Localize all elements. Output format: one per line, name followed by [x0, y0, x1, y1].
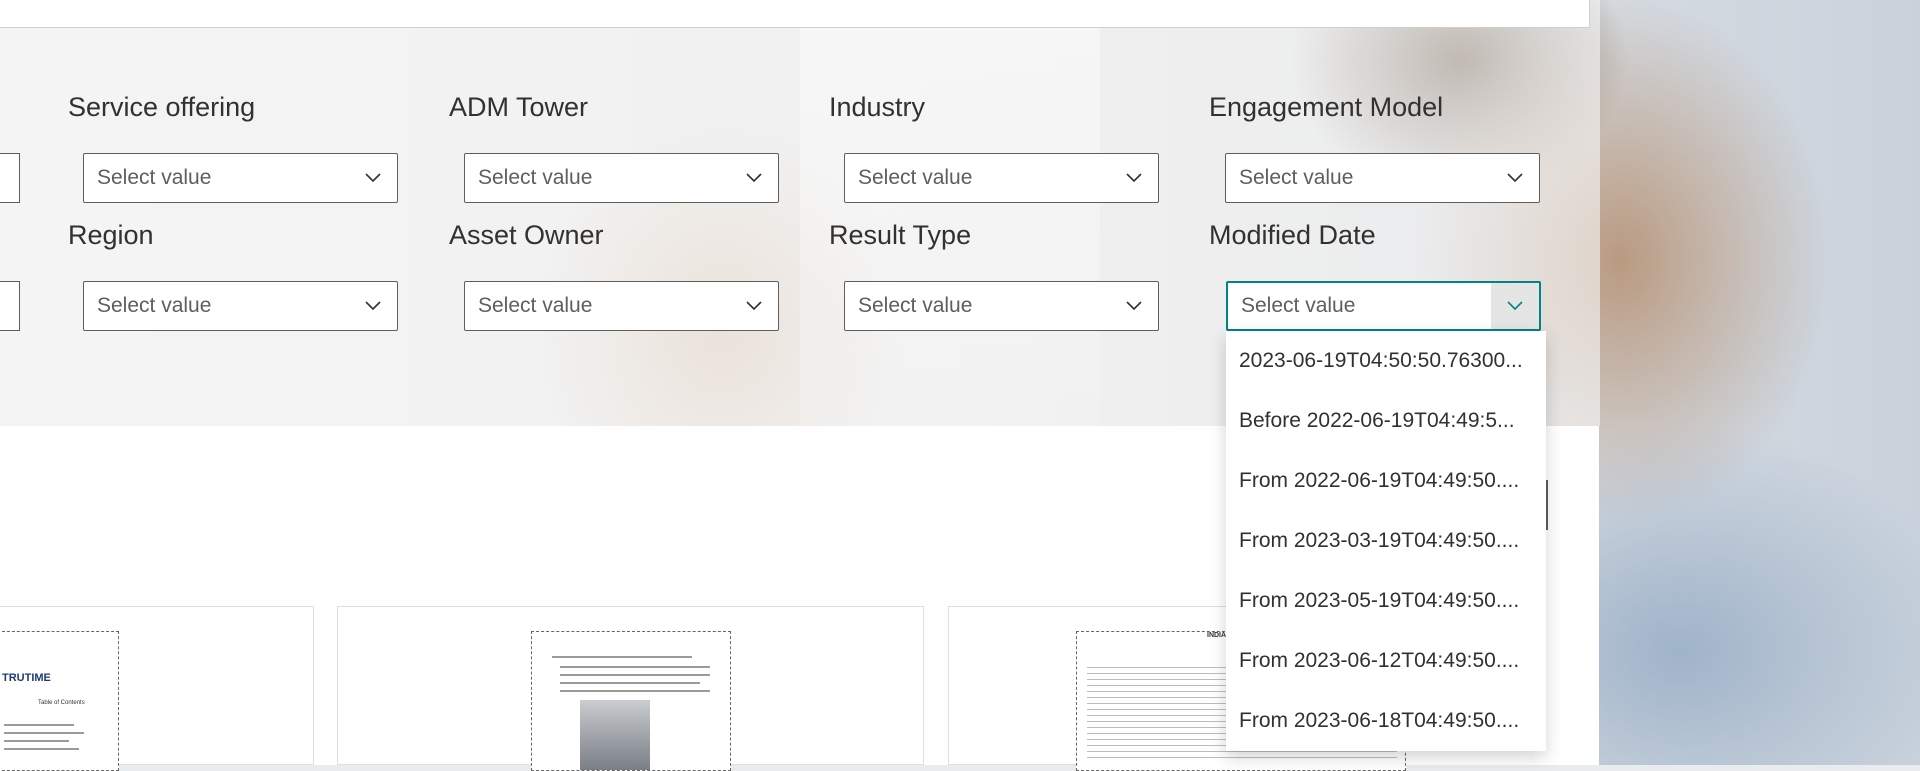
dropdown-option[interactable]: From 2023-05-19T04:49:50.... [1226, 571, 1546, 631]
chevron-down-icon [1491, 154, 1539, 202]
result-card[interactable]: TRUTIME Table of Contents [0, 606, 314, 771]
select-placeholder: Select value [1239, 166, 1354, 189]
chevron-down-icon [730, 282, 778, 330]
service-offering-select[interactable]: Select value [83, 153, 398, 203]
select-placeholder: Select value [858, 166, 973, 189]
document-thumbnail [531, 631, 731, 771]
filter-label-result-type: Result Type [829, 220, 972, 250]
chevron-down-icon [349, 282, 397, 330]
chevron-down-icon [1491, 283, 1539, 329]
modified-date-dropdown: 2023-06-19T04:50:50.76300... Before 2022… [1226, 331, 1546, 751]
filter-label-modified-date: Modified Date [1209, 220, 1376, 250]
top-search-bar [0, 0, 1590, 28]
chevron-down-icon [730, 154, 778, 202]
filter-label-adm-tower: ADM Tower [449, 92, 589, 122]
document-thumbnail: TRUTIME Table of Contents [0, 631, 119, 771]
dropdown-option[interactable]: From 2023-03-19T04:49:50.... [1226, 511, 1546, 571]
industry-select[interactable]: Select value [844, 153, 1159, 203]
partial-select-left-row1[interactable] [0, 153, 20, 203]
select-placeholder: Select value [1241, 294, 1356, 317]
select-placeholder: Select value [97, 166, 212, 189]
chevron-down-icon [1110, 282, 1158, 330]
select-placeholder: Select value [478, 166, 593, 189]
filter-label-service-offering: Service offering [68, 92, 256, 122]
result-card[interactable] [337, 606, 924, 771]
chevron-down-icon [1110, 154, 1158, 202]
select-placeholder: Select value [478, 294, 593, 317]
filter-label-region: Region [68, 220, 154, 250]
dropdown-option[interactable]: From 2023-06-18T04:49:50.... [1226, 691, 1546, 751]
dropdown-option[interactable]: From 2023-06-12T04:49:50.... [1226, 631, 1546, 691]
dropdown-option[interactable]: 2023-06-19T04:50:50.76300... [1226, 331, 1546, 391]
region-select[interactable]: Select value [83, 281, 398, 331]
select-placeholder: Select value [858, 294, 973, 317]
select-placeholder: Select value [97, 294, 212, 317]
modified-date-select[interactable]: Select value [1226, 281, 1541, 331]
thumbnail-subheading: Table of Contents [38, 700, 85, 706]
dropdown-option[interactable]: From 2022-06-19T04:49:50.... [1226, 451, 1546, 511]
adm-tower-select[interactable]: Select value [464, 153, 779, 203]
filter-label-asset-owner: Asset Owner [449, 220, 604, 250]
partial-select-left-row2[interactable] [0, 281, 20, 331]
dropdown-option[interactable]: Before 2022-06-19T04:49:5... [1226, 391, 1546, 451]
thumbnail-heading: TRUTIME [2, 672, 51, 684]
embedded-image [580, 700, 650, 770]
chevron-down-icon [349, 154, 397, 202]
filter-label-engagement-model: Engagement Model [1209, 92, 1444, 122]
filter-label-industry: Industry [829, 92, 926, 122]
result-type-select[interactable]: Select value [844, 281, 1159, 331]
asset-owner-select[interactable]: Select value [464, 281, 779, 331]
engagement-model-select[interactable]: Select value [1225, 153, 1540, 203]
